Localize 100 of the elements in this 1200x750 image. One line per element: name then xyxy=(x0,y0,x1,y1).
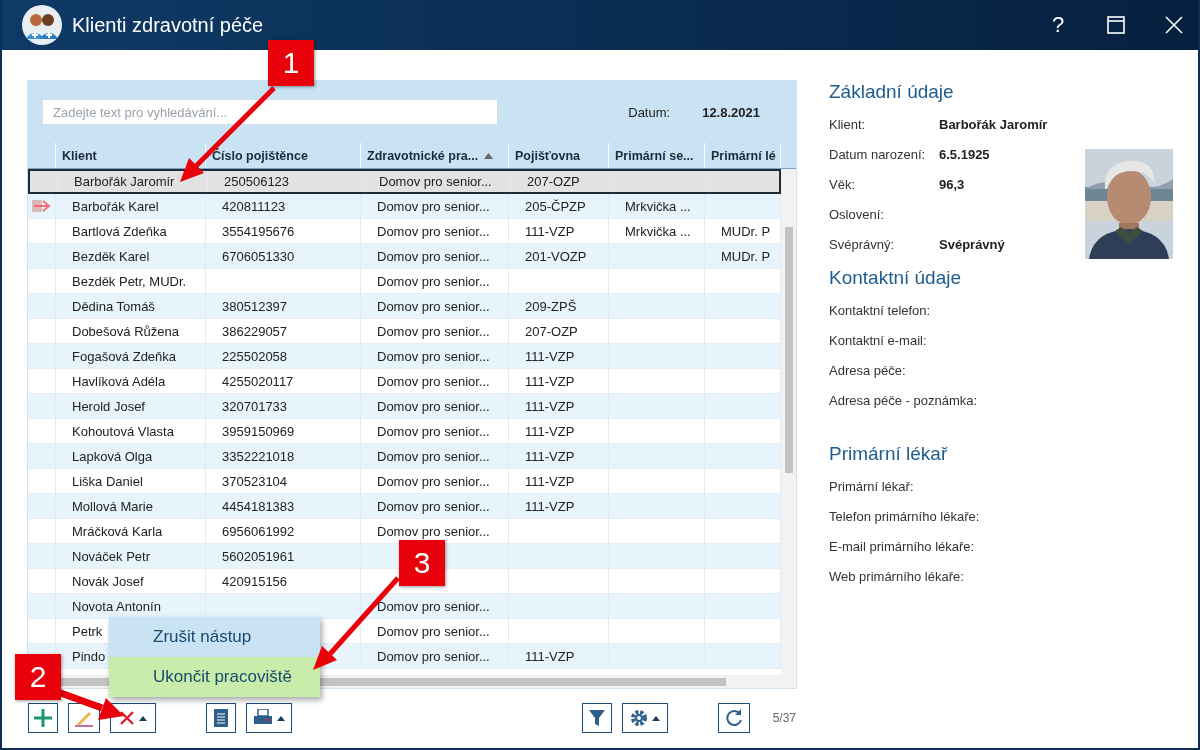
sort-ascending-icon xyxy=(484,152,494,159)
table-cell: 111-VZP xyxy=(525,398,575,414)
refresh-button[interactable] xyxy=(718,703,750,733)
table-cell: 3554195676 xyxy=(222,223,295,239)
field-value: Svéprávný xyxy=(939,237,1005,252)
menu-item[interactable]: Zrušit nástup xyxy=(109,617,320,657)
date-label: Datum: xyxy=(628,104,671,120)
table-cell: Mollová Marie xyxy=(72,498,153,514)
table-cell: MUDr. P xyxy=(721,223,771,239)
table-cell: 207-OZP xyxy=(525,323,578,339)
field-label: Kontaktní telefon: xyxy=(829,303,932,318)
table-row[interactable]: Herold Josef 320701733 Domov pro senior... 111-VZP xyxy=(28,394,781,419)
table-cell: Havlíková Adéla xyxy=(72,373,166,389)
caret-icon xyxy=(277,715,285,721)
table-cell: Petrk xyxy=(72,623,103,639)
table-cell: 4454181383 xyxy=(222,498,295,514)
settings-button[interactable] xyxy=(622,703,668,733)
vertical-scrollbar[interactable] xyxy=(781,169,796,675)
document-icon xyxy=(214,709,228,727)
table-cell: 207-OZP xyxy=(527,174,580,189)
table-cell: 6956061992 xyxy=(222,523,295,539)
field-value: 6.5.1925 xyxy=(939,147,990,162)
edit-button[interactable] xyxy=(68,703,100,733)
table-row[interactable]: Mollová Marie 4454181383 Domov pro senior... 111-VZP xyxy=(28,494,781,519)
table-row[interactable]: Kohoutová Vlasta 3959150969 Domov pro senior... 111-VZP xyxy=(28,419,781,444)
menu-item[interactable]: Ukončit pracoviště xyxy=(109,657,320,697)
help-button[interactable]: ? xyxy=(1034,0,1082,50)
table-cell: 370523104 xyxy=(222,473,288,489)
table-cell: MUDr. P xyxy=(721,248,771,264)
column-header[interactable]: Primární se... xyxy=(609,143,705,168)
field-label: Web primárního lékaře: xyxy=(829,569,964,584)
table-row[interactable]: Liška Daniel 370523104 Domov pro senior... 111-VZP xyxy=(28,469,781,494)
table-cell: Domov pro senior... xyxy=(377,373,490,389)
table-row[interactable]: Lapková Olga 3352221018 Domov pro senior... 111-VZP xyxy=(28,444,781,469)
table-cell: 380512397 xyxy=(222,298,288,314)
table-cell: Domov pro senior... xyxy=(377,423,490,439)
table-row[interactable]: Bezděk Petr, MUDr. Domov pro senior... xyxy=(28,269,781,294)
field-label: Primární lékař: xyxy=(829,479,915,494)
table-cell: Dobešová Růžena xyxy=(72,323,179,339)
plus-icon xyxy=(34,709,52,727)
table-row[interactable]: Bezděk Karel 6706051330 Domov pro senior... 201-VOZP MUDr. P xyxy=(28,244,781,269)
table-cell: Kohoutová Vlasta xyxy=(72,423,174,439)
table-cell: 6706051330 xyxy=(222,248,295,264)
table-row[interactable]: Barbořák Karel 420811123 Domov pro senior... 205-ČPZP Mrkvička ... xyxy=(28,194,781,219)
table-cell: Domov pro senior... xyxy=(377,648,490,664)
table-cell: 111-VZP xyxy=(525,648,575,664)
search-field[interactable]: Zadejte text pro vyhledávání... xyxy=(42,99,498,125)
record-count: 5/37 xyxy=(772,711,796,725)
table-cell: 111-VZP xyxy=(525,423,575,439)
table-cell: 201-VOZP xyxy=(525,248,587,264)
field-label: Klient: xyxy=(829,117,867,132)
pencil-icon xyxy=(74,709,94,727)
table-row[interactable]: Mráčková Karla 6956061992 Domov pro senior... xyxy=(28,519,781,544)
table-cell: Domov pro senior... xyxy=(377,498,490,514)
table-cell: Nováček Petr xyxy=(72,548,151,564)
table-cell: 111-VZP xyxy=(525,223,575,239)
table-row[interactable]: Dobešová Růžena 386229057 Domov pro senior... 207-OZP xyxy=(28,319,781,344)
table-cell: 111-VZP xyxy=(525,448,575,464)
filter-button[interactable] xyxy=(582,703,612,733)
table-row[interactable]: Bartlová Zdeňka 3554195676 Domov pro senior... 111-VZP Mrkvička ... MUDr. P xyxy=(28,219,781,244)
table-cell: 111-VZP xyxy=(525,373,575,389)
table-row[interactable]: Barbořák Jaromír 250506123 Domov pro senior... 207-OZP xyxy=(28,169,781,194)
table-cell: 111-VZP xyxy=(525,498,575,514)
field-label: Datum narození: xyxy=(829,147,927,162)
table-cell: Fogašová Zdeňka xyxy=(72,348,177,364)
table-cell: Mrkvička ... xyxy=(625,223,691,239)
column-header[interactable]: Zdravotnické pra... xyxy=(361,143,509,168)
field-label: E-mail primárního lékaře: xyxy=(829,539,975,554)
table-cell: Domov pro senior... xyxy=(377,298,490,314)
table-row[interactable]: Havlíková Adéla 4255020117 Domov pro senior... 111-VZP xyxy=(28,369,781,394)
table-cell: Domov pro senior... xyxy=(377,223,490,239)
table-cell: Bezděk Petr, MUDr. xyxy=(72,273,187,289)
document-button[interactable] xyxy=(206,703,236,733)
table-row[interactable]: Novota Antonín Domov pro senior... xyxy=(28,594,781,619)
table-row[interactable]: Fogašová Zdeňka 225502058 Domov pro senior... 111-VZP xyxy=(28,344,781,369)
section-title: Kontaktní údaje xyxy=(829,267,963,289)
filter-icon xyxy=(588,709,606,727)
table-cell: Domov pro senior... xyxy=(377,473,490,489)
table-cell: 250506123 xyxy=(224,174,290,189)
column-header[interactable]: Pojišťovna xyxy=(509,143,609,168)
table-cell: 420915156 xyxy=(222,573,288,589)
print-button[interactable] xyxy=(246,703,292,733)
table-cell: Bezděk Karel xyxy=(72,248,150,264)
delete-button[interactable] xyxy=(110,703,156,733)
settings-icon xyxy=(630,709,648,727)
callout-number: 2 xyxy=(15,654,61,700)
table-cell: Domov pro senior... xyxy=(377,523,490,539)
column-header[interactable]: Číslo pojištěnce xyxy=(206,143,361,168)
table-cell: Barbořák Karel xyxy=(72,198,159,214)
add-button[interactable] xyxy=(28,703,58,733)
table-cell: Liška Daniel xyxy=(72,473,143,489)
date-value: 12.8.2021 xyxy=(702,104,760,120)
table-cell: Domov pro senior... xyxy=(379,174,492,189)
table-row[interactable]: Dědina Tomáš 380512397 Domov pro senior... 209-ZPŠ xyxy=(28,294,781,319)
table-cell: Pindo xyxy=(72,648,106,664)
table-cell: 111-VZP xyxy=(525,348,575,364)
table-cell: 386229057 xyxy=(222,323,288,339)
table-cell: 4255020117 xyxy=(222,373,294,389)
column-header[interactable]: Primární lé xyxy=(705,143,781,168)
callout-number: 3 xyxy=(399,540,445,586)
